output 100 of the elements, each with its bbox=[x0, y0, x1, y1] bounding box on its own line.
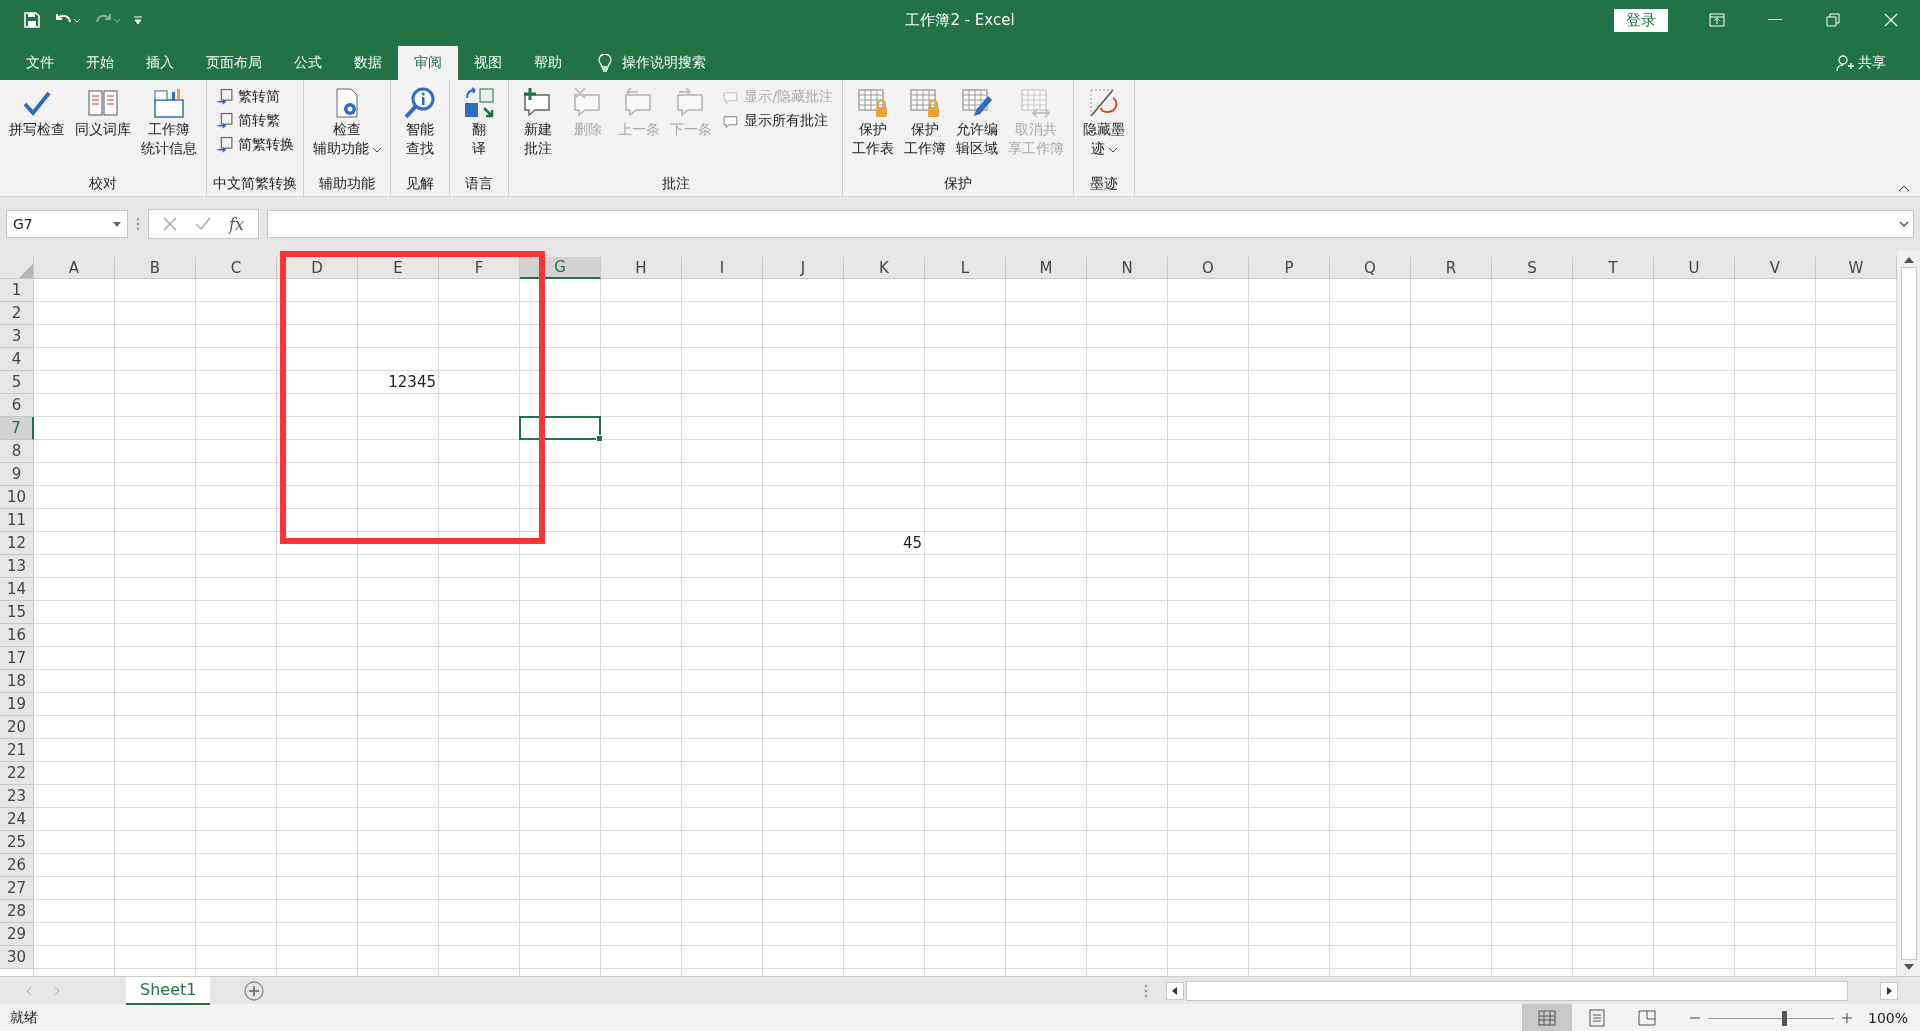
row-header[interactable]: 19 bbox=[0, 693, 34, 716]
row-header[interactable]: 11 bbox=[0, 509, 34, 532]
ribbon-tab[interactable]: 文件 bbox=[10, 46, 70, 80]
column-header[interactable]: P bbox=[1249, 257, 1330, 279]
row-header[interactable]: 29 bbox=[0, 923, 34, 946]
row-header[interactable]: 26 bbox=[0, 854, 34, 877]
vertical-scrollbar[interactable] bbox=[1897, 251, 1920, 976]
cancel-icon[interactable] bbox=[163, 217, 177, 231]
expand-caret-icon[interactable] bbox=[1899, 221, 1909, 227]
ribbon-tab[interactable]: 公式 bbox=[278, 46, 338, 80]
ribbon-button[interactable]: 允许编 辑区域 bbox=[953, 84, 1002, 160]
row-header[interactable]: 28 bbox=[0, 900, 34, 923]
ribbon-button[interactable]: 保护 工作簿 bbox=[901, 84, 950, 160]
search-field[interactable]: 操作说明搜索 bbox=[622, 54, 706, 72]
row-header[interactable]: 5 bbox=[0, 371, 34, 394]
scroll-down-icon[interactable] bbox=[1903, 964, 1914, 970]
row-header[interactable]: 23 bbox=[0, 785, 34, 808]
insert-function-button[interactable]: fx bbox=[229, 214, 244, 234]
row-header[interactable]: 4 bbox=[0, 348, 34, 371]
column-header[interactable]: C bbox=[196, 257, 277, 279]
ribbon-tab[interactable]: 页面布局 bbox=[190, 46, 278, 80]
zoom-thumb[interactable] bbox=[1781, 1010, 1787, 1026]
lightbulb-icon[interactable] bbox=[598, 54, 612, 72]
ribbon-button[interactable]: 简繁转换 bbox=[213, 134, 297, 156]
zoom-percentage[interactable]: 100% bbox=[1867, 1010, 1908, 1026]
dropdown-caret-icon[interactable] bbox=[113, 221, 121, 227]
column-header[interactable]: F bbox=[439, 257, 520, 279]
sheet-tab[interactable]: Sheet1 bbox=[126, 976, 211, 1005]
column-header[interactable]: S bbox=[1492, 257, 1573, 279]
ribbon-tab[interactable]: 开始 bbox=[70, 46, 130, 80]
column-header[interactable]: O bbox=[1168, 257, 1249, 279]
check-icon[interactable] bbox=[195, 217, 211, 231]
column-header[interactable]: H bbox=[601, 257, 682, 279]
column-header[interactable]: J bbox=[763, 257, 844, 279]
column-header[interactable]: U bbox=[1654, 257, 1735, 279]
column-header[interactable]: V bbox=[1735, 257, 1816, 279]
row-header[interactable]: 15 bbox=[0, 601, 34, 624]
save-icon[interactable] bbox=[24, 12, 40, 28]
row-header[interactable]: 10 bbox=[0, 486, 34, 509]
ribbon-button[interactable]: 翻 译 bbox=[456, 84, 503, 160]
name-box[interactable]: G7 bbox=[6, 210, 128, 238]
column-header[interactable]: W bbox=[1816, 257, 1897, 279]
ribbon-tab[interactable]: 视图 bbox=[458, 46, 518, 80]
horizontal-scrollbar[interactable] bbox=[1186, 980, 1848, 1001]
row-header[interactable]: 22 bbox=[0, 762, 34, 785]
row-header[interactable]: 25 bbox=[0, 831, 34, 854]
row-header[interactable]: 18 bbox=[0, 670, 34, 693]
row-header[interactable]: 30 bbox=[0, 946, 34, 969]
column-header[interactable]: E bbox=[358, 257, 439, 279]
row-header[interactable]: 27 bbox=[0, 877, 34, 900]
row-header[interactable]: 14 bbox=[0, 578, 34, 601]
column-header[interactable]: R bbox=[1411, 257, 1492, 279]
row-header[interactable]: 1 bbox=[0, 279, 34, 302]
column-header[interactable]: L bbox=[925, 257, 1006, 279]
column-header[interactable]: T bbox=[1573, 257, 1654, 279]
login-button[interactable]: 登录 bbox=[1614, 8, 1668, 32]
ribbon-tab[interactable]: 插入 bbox=[130, 46, 190, 80]
scroll-right-icon[interactable] bbox=[1880, 981, 1898, 1000]
column-header[interactable]: K bbox=[844, 257, 925, 279]
row-header[interactable]: 21 bbox=[0, 739, 34, 762]
column-header[interactable]: G bbox=[520, 257, 601, 279]
next-sheet-icon[interactable] bbox=[54, 985, 60, 996]
ribbon-button[interactable]: 工作簿 统计信息 bbox=[138, 84, 200, 160]
column-header[interactable]: M bbox=[1006, 257, 1087, 279]
row-header[interactable]: 7 bbox=[0, 417, 34, 440]
active-cell[interactable] bbox=[519, 416, 601, 440]
ribbon-button[interactable]: 新建 批注 bbox=[515, 84, 562, 160]
previous-sheet-icon[interactable] bbox=[26, 985, 32, 996]
row-header[interactable]: 12 bbox=[0, 532, 34, 555]
row-header[interactable]: 16 bbox=[0, 624, 34, 647]
formula-input[interactable] bbox=[266, 210, 1914, 238]
share-button[interactable]: 共享 bbox=[1830, 46, 1892, 80]
column-header[interactable]: D bbox=[277, 257, 358, 279]
row-header[interactable]: 3 bbox=[0, 325, 34, 348]
ribbon-button[interactable]: 拼写检查 bbox=[6, 84, 68, 141]
ribbon-button[interactable]: 隐藏墨 迹 bbox=[1080, 84, 1129, 160]
column-header[interactable]: Q bbox=[1330, 257, 1411, 279]
add-sheet-icon[interactable] bbox=[244, 980, 265, 1001]
column-header[interactable]: I bbox=[682, 257, 763, 279]
ribbon-button[interactable]: 显示所有批注 bbox=[719, 110, 837, 132]
row-header[interactable]: 9 bbox=[0, 463, 34, 486]
ribbon-button[interactable]: 智能 查找 bbox=[397, 84, 444, 160]
ribbon-button[interactable]: 保护 工作表 bbox=[849, 84, 898, 160]
scroll-up-icon[interactable] bbox=[1903, 257, 1914, 263]
collapse-ribbon-icon[interactable] bbox=[1898, 184, 1910, 192]
row-header[interactable]: 8 bbox=[0, 440, 34, 463]
ribbon-button[interactable]: 繁转简 bbox=[213, 86, 297, 108]
column-header[interactable]: B bbox=[115, 257, 196, 279]
ribbon-button[interactable]: 同义词库 bbox=[72, 84, 134, 141]
column-header[interactable]: A bbox=[34, 257, 115, 279]
ribbon-button[interactable]: 简转繁 bbox=[213, 110, 297, 132]
column-header[interactable]: N bbox=[1087, 257, 1168, 279]
row-header[interactable]: 6 bbox=[0, 394, 34, 417]
row-header[interactable]: 13 bbox=[0, 555, 34, 578]
ribbon-tab[interactable]: 数据 bbox=[338, 46, 398, 80]
customize-icon[interactable] bbox=[134, 15, 142, 25]
row-header[interactable]: 2 bbox=[0, 302, 34, 325]
zoom-in-icon[interactable] bbox=[1841, 1013, 1852, 1023]
grid-view-button[interactable] bbox=[1521, 1004, 1572, 1031]
row-header[interactable]: 24 bbox=[0, 808, 34, 831]
